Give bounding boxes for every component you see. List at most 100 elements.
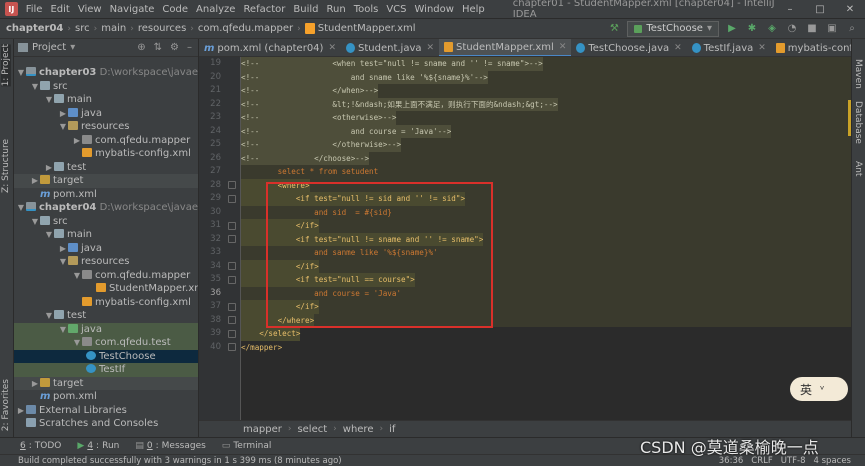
tree-row-test[interactable]: ▶ test xyxy=(14,161,198,175)
breadcrumb-mapper[interactable]: mapper xyxy=(243,424,282,435)
toolwindow-messages[interactable]: ▤ 0: Messages xyxy=(127,441,213,451)
tree-row-main[interactable]: ▼ main xyxy=(14,93,198,107)
chevron-down-icon[interactable]: ▾ xyxy=(70,42,75,53)
tab-testchoose-java[interactable]: TestChoose.java ✕ xyxy=(571,39,686,56)
chevron-right-icon[interactable]: ▶ xyxy=(30,377,40,391)
chevron-down-icon[interactable]: ▼ xyxy=(16,201,26,215)
fold-marker-icon[interactable] xyxy=(228,222,236,230)
chevron-down-icon[interactable]: ▼ xyxy=(44,93,54,107)
run-icon[interactable]: ▶ xyxy=(725,22,739,36)
tree-row-java[interactable]: ▶ java xyxy=(14,107,198,121)
close-icon[interactable]: ✕ xyxy=(328,43,336,53)
tree-row-testif[interactable]: TestIf xyxy=(14,363,198,377)
tree-row-testchoose[interactable]: TestChoose xyxy=(14,349,198,363)
hide-icon[interactable]: – xyxy=(187,42,192,53)
build-hammer-icon[interactable]: ⚒ xyxy=(607,22,621,36)
toolwindow-run[interactable]: ▶ 4: Run xyxy=(69,441,127,451)
tree-row-main[interactable]: ▼ main xyxy=(14,228,198,242)
tab-testif-java[interactable]: TestIf.java ✕ xyxy=(687,39,771,56)
fold-marker-icon[interactable] xyxy=(228,235,236,243)
menu-edit[interactable]: Edit xyxy=(46,0,73,19)
tree-row-src[interactable]: ▼ src xyxy=(14,80,198,94)
menu-vcs[interactable]: VCS xyxy=(382,0,410,19)
close-icon[interactable]: ✕ xyxy=(674,43,682,53)
tree-row-package[interactable]: ▼ com.qfedu.mapper xyxy=(14,269,198,283)
tab-pom-xml[interactable]: m pom.xml (chapter04) ✕ xyxy=(199,39,341,56)
chevron-right-icon[interactable]: ▶ xyxy=(16,404,26,418)
tab-database-tool[interactable]: Database xyxy=(853,101,863,144)
tree-row-src[interactable]: ▼ src xyxy=(14,215,198,229)
breadcrumb-if[interactable]: if xyxy=(389,424,395,435)
toolwindow-terminal[interactable]: ▭ Terminal xyxy=(214,441,280,451)
tree-row-chapter04[interactable]: ▼chapter04 D:\workspace\javaee\chapter04 xyxy=(14,201,198,215)
menu-run[interactable]: Run xyxy=(323,0,350,19)
fold-marker-icon[interactable] xyxy=(228,316,236,324)
tree-row-external-libraries[interactable]: ▶ External Libraries xyxy=(14,404,198,418)
menu-window[interactable]: Window xyxy=(411,0,458,19)
menu-analyze[interactable]: Analyze xyxy=(192,0,239,19)
tree-row-package[interactable]: ▶ com.qfedu.mapper xyxy=(14,134,198,148)
breadcrumb-project[interactable]: chapter04 xyxy=(0,23,65,34)
collapse-icon[interactable]: ⇅ xyxy=(154,42,162,53)
tab-studentmapper-xml[interactable]: StudentMapper.xml ✕ xyxy=(439,39,572,56)
close-button[interactable]: ✕ xyxy=(835,4,865,15)
search-icon[interactable]: ⌕ xyxy=(845,22,859,36)
tree-row-java[interactable]: ▶ java xyxy=(14,242,198,256)
chevron-right-icon[interactable]: ▶ xyxy=(44,161,54,175)
chevron-right-icon[interactable]: ▶ xyxy=(58,107,68,121)
fold-marker-icon[interactable] xyxy=(228,276,236,284)
tree-row-pom[interactable]: m pom.xml xyxy=(14,188,198,202)
tree-row-target[interactable]: ▶ target xyxy=(14,376,198,391)
chevron-down-icon[interactable]: ▼ xyxy=(44,228,54,242)
chevron-down-icon[interactable]: ▼ xyxy=(58,255,68,269)
tab-student-java[interactable]: Student.java ✕ xyxy=(341,39,439,56)
tree-row-resources[interactable]: ▼ resources xyxy=(14,120,198,134)
tree-row-target[interactable]: ▶ target xyxy=(14,174,198,188)
profile-icon[interactable]: ◔ xyxy=(785,22,799,36)
close-icon[interactable]: ✕ xyxy=(427,43,435,53)
breadcrumb-main[interactable]: main xyxy=(99,23,128,34)
tree-row-scratches[interactable]: Scratches and Consoles xyxy=(14,417,198,431)
breadcrumb-where[interactable]: where xyxy=(343,424,374,435)
breadcrumb-select[interactable]: select xyxy=(297,424,327,435)
chevron-down-icon[interactable]: ▼ xyxy=(30,80,40,94)
chevron-right-icon[interactable]: ▶ xyxy=(72,134,82,148)
tree-row-test-java[interactable]: ▼ java xyxy=(14,322,198,336)
menu-build[interactable]: Build xyxy=(289,0,322,19)
indent-setting[interactable]: 4 spaces xyxy=(814,456,851,466)
fold-marker-icon[interactable] xyxy=(228,343,236,351)
locate-icon[interactable]: ⊕ xyxy=(137,42,145,53)
chevron-down-icon[interactable]: ▼ xyxy=(58,120,68,134)
menu-code[interactable]: Code xyxy=(158,0,192,19)
fold-marker-icon[interactable] xyxy=(228,181,236,189)
tree-row-pom[interactable]: m pom.xml xyxy=(14,390,198,404)
menu-tools[interactable]: Tools xyxy=(350,0,383,19)
tab-structure-tool[interactable]: Z: Structure xyxy=(1,139,11,193)
close-icon[interactable]: ✕ xyxy=(758,43,766,53)
breadcrumb-package[interactable]: com.qfedu.mapper xyxy=(196,23,295,34)
run-configuration-select[interactable]: TestChoose ▾ xyxy=(627,20,719,37)
minimize-button[interactable]: – xyxy=(775,4,805,15)
chevron-down-icon[interactable]: ▼ xyxy=(72,269,82,283)
chevron-down-icon[interactable]: ▼ xyxy=(30,215,40,229)
tree-row-studentmapper-xml[interactable]: StudentMapper.xml xyxy=(14,282,198,296)
breadcrumb-src[interactable]: src xyxy=(73,23,92,34)
stop-icon[interactable]: ■ xyxy=(805,22,819,36)
menu-refactor[interactable]: Refactor xyxy=(239,0,289,19)
tab-project-tool[interactable]: 1: Project xyxy=(1,44,11,87)
tab-mybatis-config-xml[interactable]: mybatis-config.xml✕ xyxy=(771,39,851,56)
status-message[interactable]: Build completed successfully with 3 warn… xyxy=(0,456,342,466)
chevron-right-icon[interactable]: ▶ xyxy=(58,242,68,256)
tree-row-test-package[interactable]: ▼ com.qfedu.test xyxy=(14,336,198,350)
breadcrumb-resources[interactable]: resources xyxy=(136,23,188,34)
chevron-right-icon[interactable]: ▶ xyxy=(30,174,40,188)
fold-marker-icon[interactable] xyxy=(228,303,236,311)
coverage-icon[interactable]: ◈ xyxy=(765,22,779,36)
tree-row-chapter03[interactable]: ▼chapter03 D:\workspace\javaee\chapter03 xyxy=(14,66,198,80)
tab-maven-tool[interactable]: Maven xyxy=(853,59,863,89)
ime-indicator[interactable]: 英 ᵛ xyxy=(790,377,848,401)
close-icon[interactable]: ✕ xyxy=(559,42,567,52)
chevron-down-icon[interactable]: ▼ xyxy=(16,66,26,80)
tab-ant-tool[interactable]: Ant xyxy=(853,161,863,176)
fold-marker-icon[interactable] xyxy=(228,195,236,203)
